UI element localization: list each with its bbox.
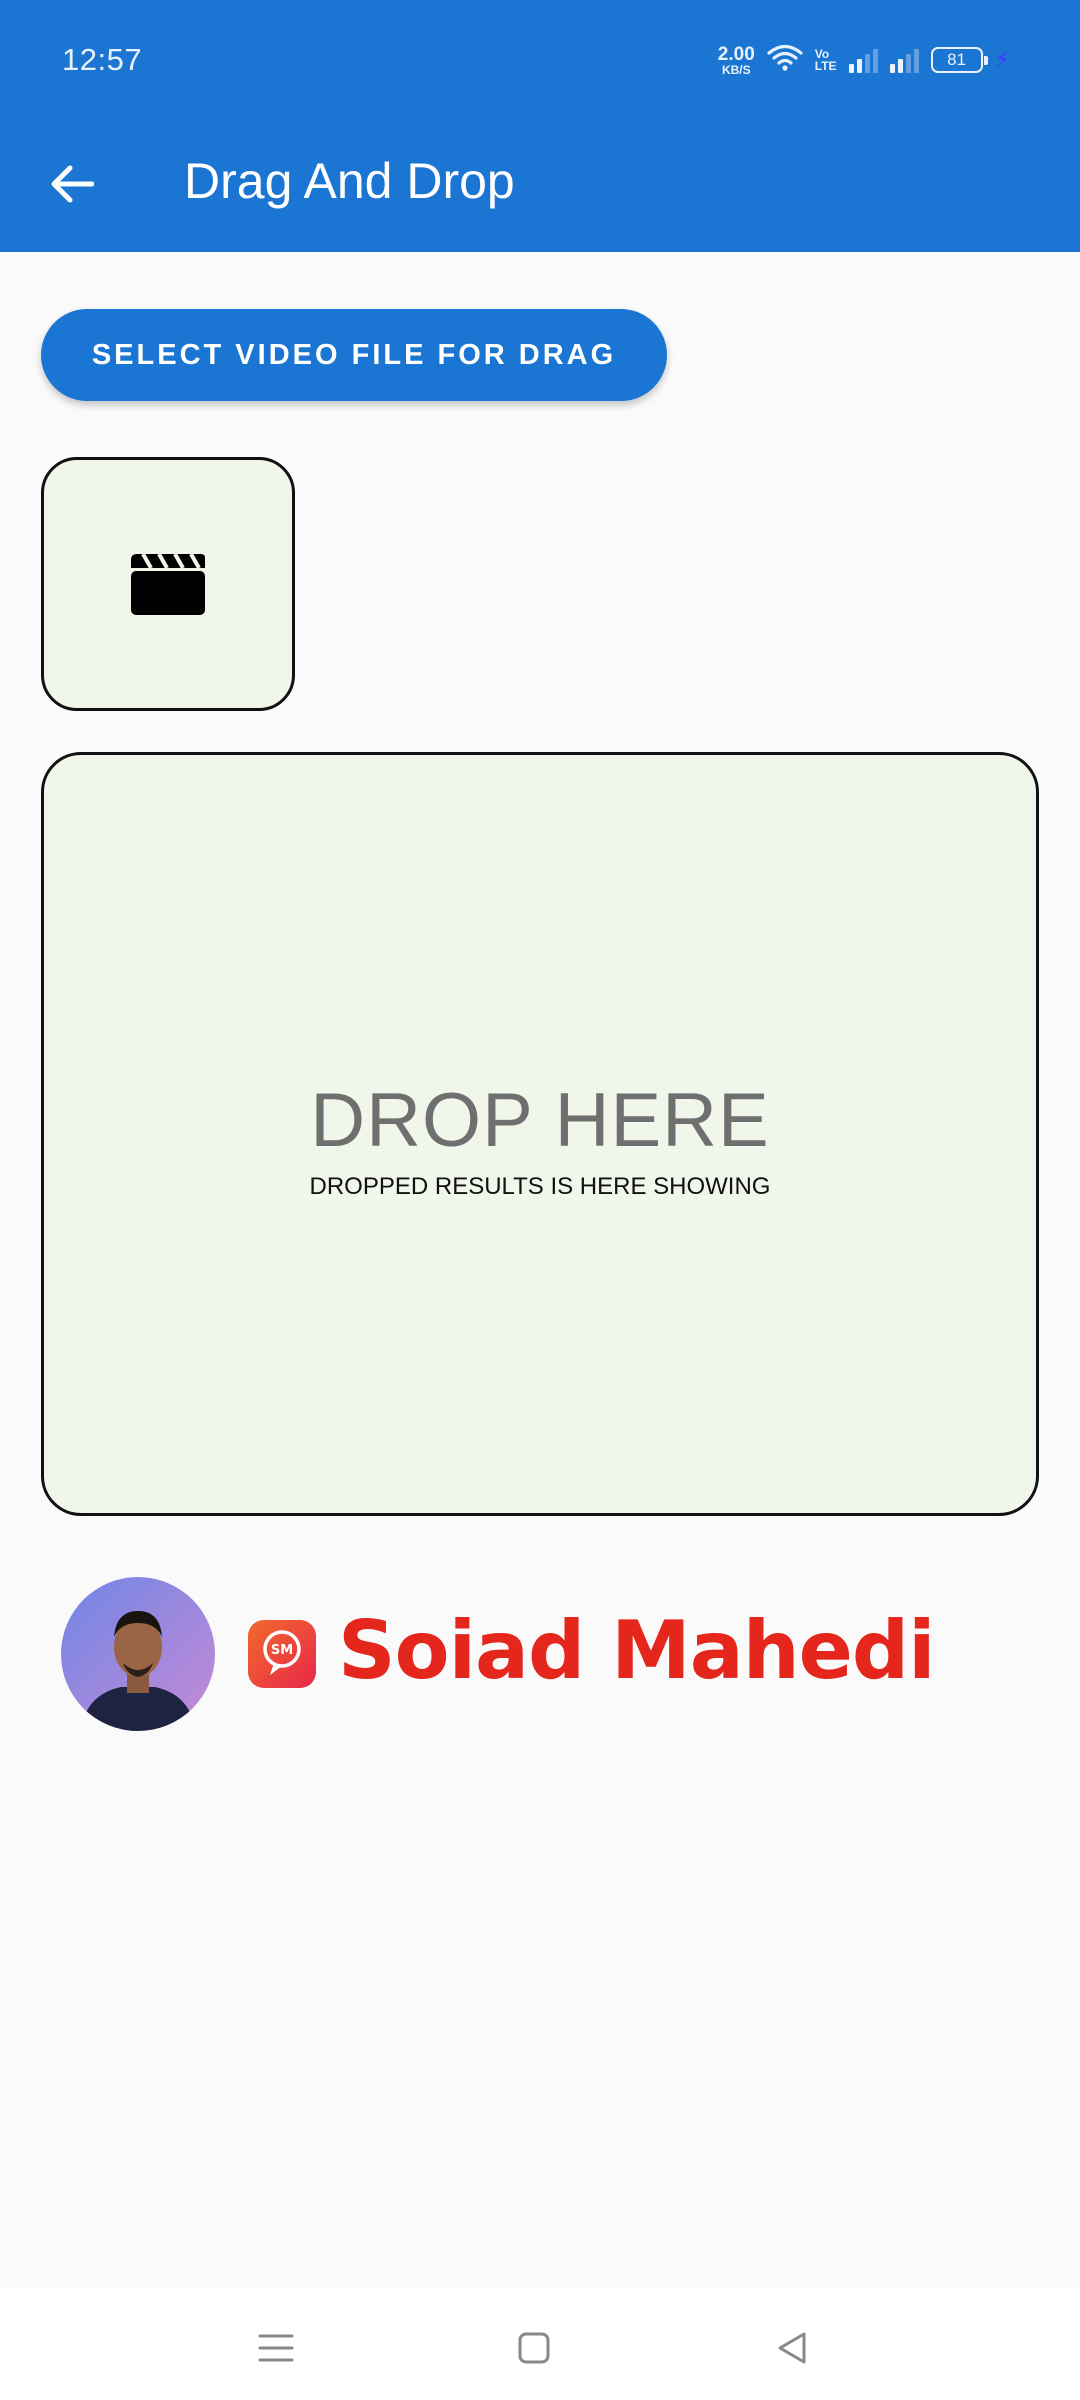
author-name: Soiad Mahedi — [338, 1604, 936, 1697]
drop-zone-title: DROP HERE — [310, 1078, 770, 1163]
select-video-button[interactable]: SELECT VIDEO FILE FOR DRAG — [41, 309, 667, 401]
drop-zone-subtitle: DROPPED RESULTS IS HERE SHOWING — [309, 1173, 771, 1200]
menu-nav-button[interactable] — [246, 2318, 306, 2378]
battery-level: 81 — [947, 50, 966, 69]
network-speed-unit: KB/S — [721, 62, 751, 77]
network-speed: 2.00 KB/S — [718, 45, 755, 76]
volte-bottom: LTE — [814, 59, 837, 73]
status-time: 12:57 — [62, 42, 143, 77]
signal-1-icon — [848, 47, 878, 73]
status-icons: 2.00 KB/S Vo LTE 81 ⚡ — [718, 40, 1010, 80]
avatar — [61, 1577, 215, 1731]
signal-2-icon — [889, 47, 919, 73]
charging-icon: ⚡ — [994, 47, 1010, 72]
volte-indicator: Vo LTE — [815, 48, 837, 72]
draggable-video-item[interactable] — [41, 457, 295, 711]
back-icon — [778, 2332, 806, 2364]
app-bar: 12:57 2.00 KB/S Vo LTE 81 ⚡ Drag And Dro… — [0, 0, 1080, 252]
network-speed-value: 2.00 — [717, 43, 755, 65]
home-icon — [518, 2332, 550, 2364]
arrow-back-icon — [51, 165, 94, 203]
brand-logo: SM — [248, 1620, 316, 1688]
battery-icon: 81 — [930, 47, 988, 73]
back-button[interactable] — [36, 148, 108, 220]
screen: 12:57 2.00 KB/S Vo LTE 81 ⚡ Drag And Dro… — [0, 0, 1080, 2400]
wifi-icon — [767, 44, 803, 77]
page-title: Drag And Drop — [184, 153, 515, 209]
menu-icon — [258, 2334, 294, 2362]
home-nav-button[interactable] — [504, 2318, 564, 2378]
system-nav-bar — [0, 2288, 1080, 2400]
back-nav-button[interactable] — [762, 2318, 822, 2378]
drop-zone[interactable]: DROP HERE DROPPED RESULTS IS HERE SHOWIN… — [41, 752, 1039, 1516]
movie-clapper-icon — [131, 553, 205, 615]
brand-logo-text: SM — [271, 1643, 293, 1658]
